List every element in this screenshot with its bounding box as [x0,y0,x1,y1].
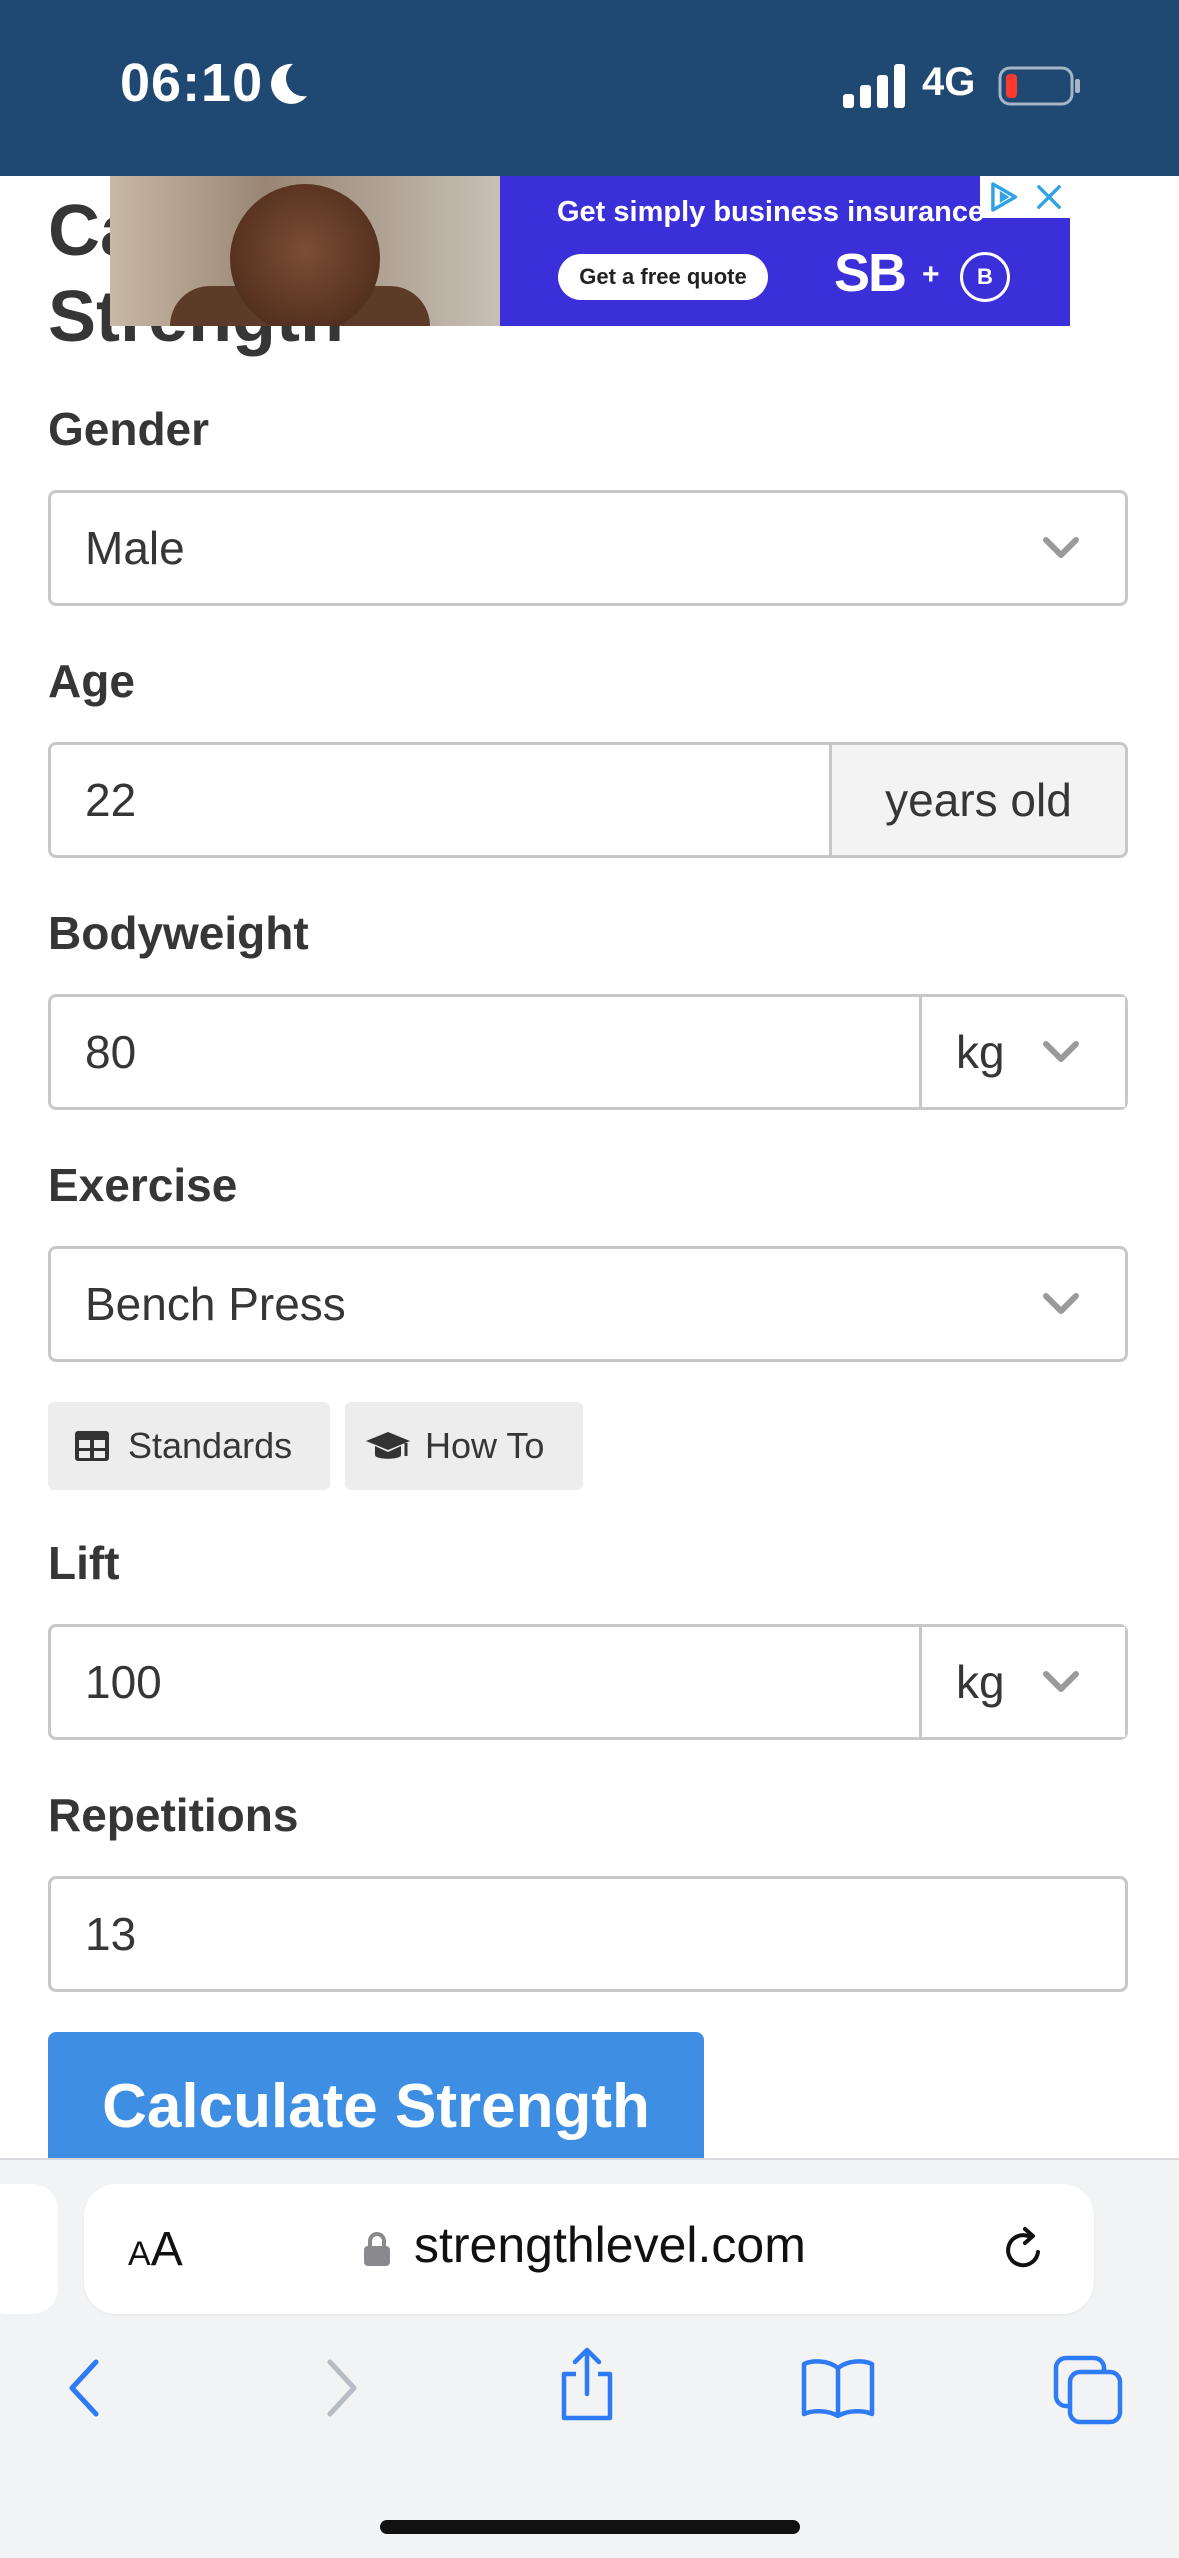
exercise-select[interactable]: Bench Press [48,1246,1128,1362]
network-type: 4G [922,60,976,104]
repetitions-label: Repetitions [48,1789,299,1841]
how-to-button[interactable]: How To [345,1402,583,1490]
address-bar[interactable]: AA strengthlevel.com [84,2184,1094,2314]
text-size-button[interactable]: AA [128,2222,183,2277]
repetitions-value: 13 [85,1908,137,1960]
chevron-down-icon [1043,1293,1079,1314]
moon-icon [271,63,307,104]
ad-photo [110,176,500,326]
lift-input[interactable]: 100 [85,1627,162,1737]
lift-unit-value: kg [956,1656,1005,1708]
exercise-value: Bench Press [85,1278,346,1330]
ad-cta-button[interactable]: Get a free quote [558,254,768,300]
chevron-down-icon [1043,537,1079,558]
lift-field: 100 kg [48,1624,1128,1740]
graduation-cap-icon [366,1432,410,1459]
ad-photo-face [230,184,380,326]
share-icon[interactable] [556,2346,618,2422]
text-size-large-a: A [150,2223,183,2276]
reload-icon[interactable] [998,2224,1050,2276]
url-text: strengthlevel.com [414,2217,806,2273]
exercise-label: Exercise [48,1159,238,1211]
ad-badge: B [960,252,1010,302]
bodyweight-input[interactable]: 80 [85,997,136,1107]
chevron-down-icon [1043,1041,1079,1062]
ad-choices[interactable] [980,176,1070,218]
tabs-icon[interactable] [1052,2354,1124,2426]
status-bar: 06:10 4G [0,0,1179,176]
age-label: Age [48,655,135,707]
browser-toolbar: AA strengthlevel.com [0,2158,1179,2558]
lock-icon [364,2232,390,2266]
adchoices-icon[interactable] [986,178,1024,216]
lift-unit-select[interactable]: kg [919,1627,1125,1737]
ad-banner[interactable]: Get simply business insurance Get a free… [110,176,1070,326]
ad-close-icon[interactable] [1032,180,1066,214]
age-field[interactable]: 22 years old [48,742,1128,858]
lift-label: Lift [48,1537,120,1589]
bodyweight-label: Bodyweight [48,907,309,959]
ad-plus: + [922,258,940,291]
battery-icon [998,66,1080,106]
bodyweight-unit-value: kg [956,1026,1005,1078]
gender-select[interactable]: Male [48,490,1128,606]
calculate-strength-button[interactable]: Calculate Strength [48,2032,704,2162]
bookmarks-icon[interactable] [800,2356,876,2420]
age-suffix: years old [829,745,1125,855]
chevron-down-icon [1043,1671,1079,1692]
forward-icon[interactable] [322,2356,362,2420]
gender-label: Gender [48,403,210,455]
signal-icon [843,64,905,108]
table-icon [75,1431,109,1461]
home-indicator [380,2520,800,2534]
ad-headline: Get simply business insurance [557,196,985,228]
status-time: 06:10 [120,53,264,113]
bodyweight-field: 80 kg [48,994,1128,1110]
bodyweight-unit-select[interactable]: kg [919,997,1125,1107]
age-input[interactable]: 22 [85,745,136,855]
text-size-small-a: A [128,2235,151,2273]
ad-logo: SB [834,243,907,303]
previous-tab-peek[interactable] [0,2184,58,2314]
gender-value: Male [85,522,185,574]
back-icon[interactable] [64,2356,104,2420]
how-to-label: How To [425,1425,545,1466]
repetitions-input[interactable]: 13 [48,1876,1128,1992]
standards-label: Standards [128,1425,293,1466]
standards-button[interactable]: Standards [48,1402,330,1490]
